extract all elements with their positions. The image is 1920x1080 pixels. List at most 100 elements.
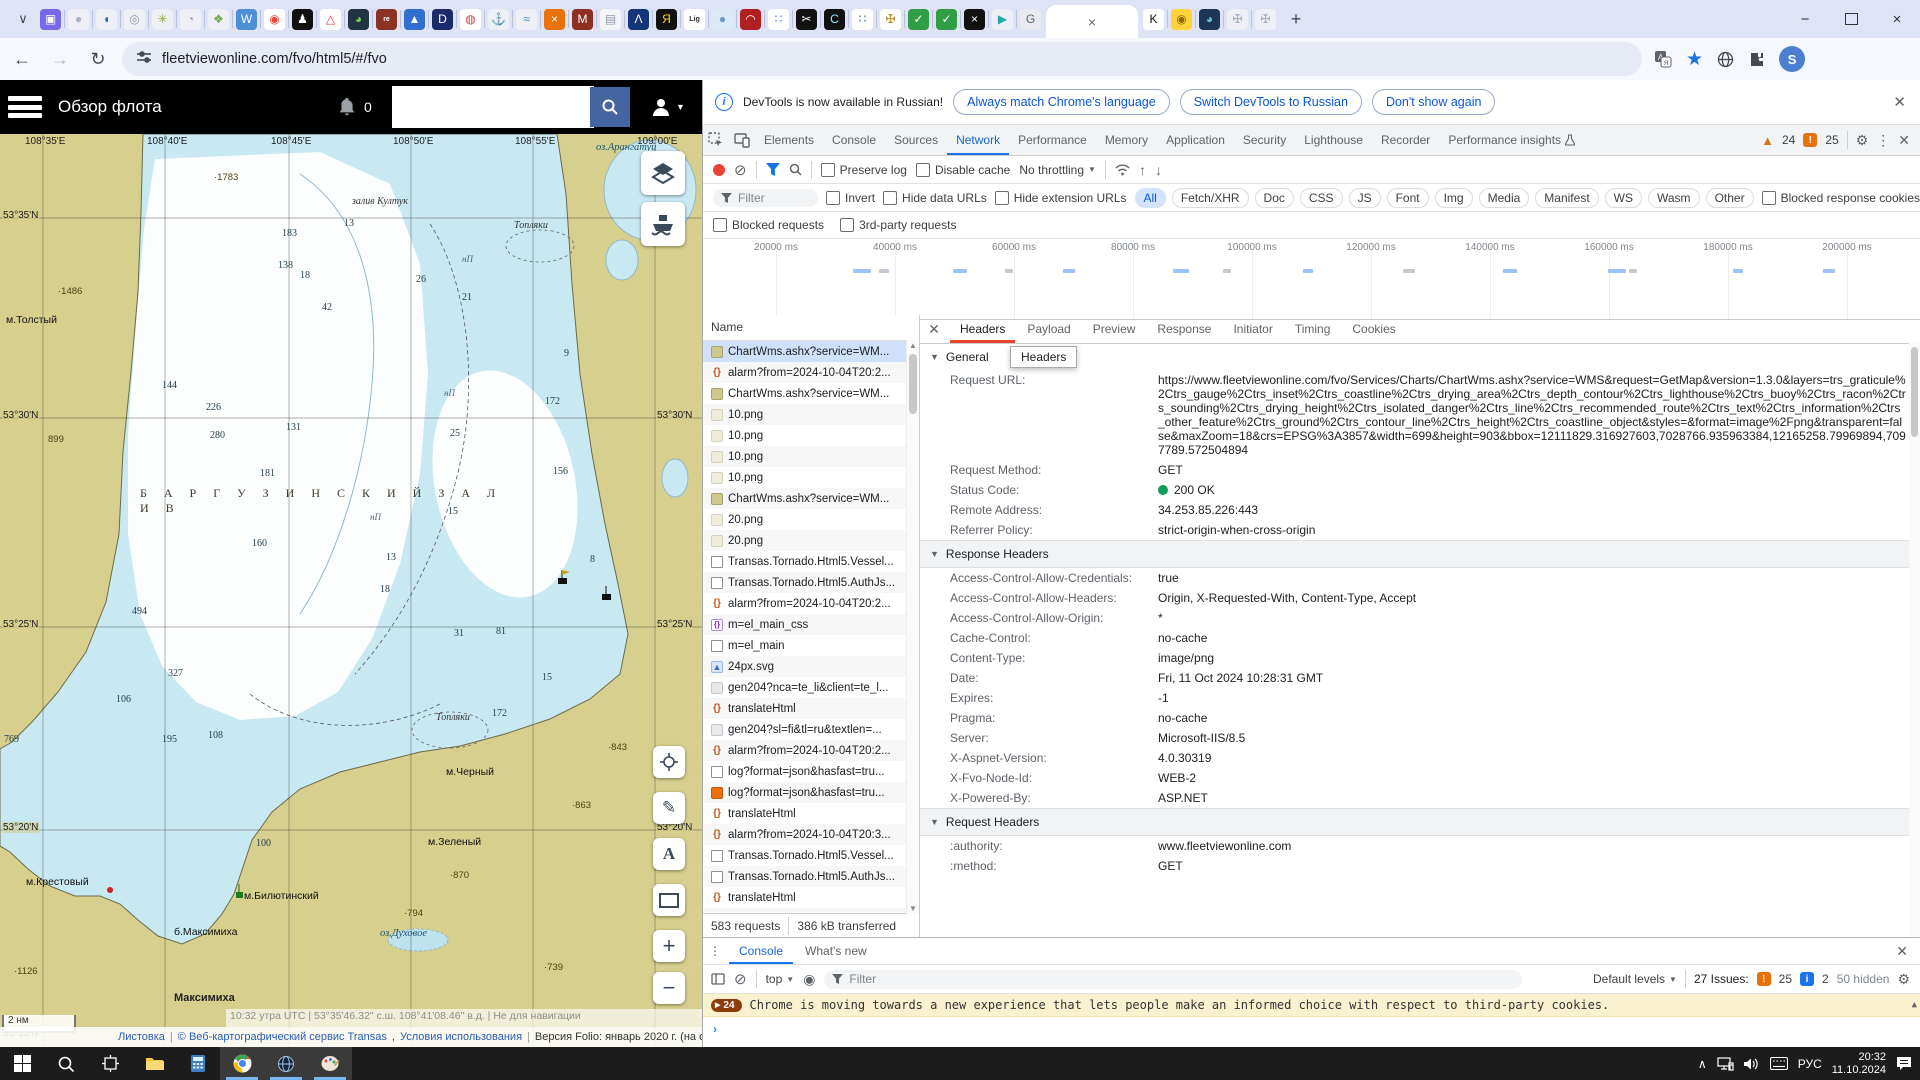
tab-search-chevron-icon[interactable]: ∨: [8, 5, 38, 33]
pinned-tab[interactable]: ●: [68, 9, 89, 30]
blocked-requests-checkbox[interactable]: Blocked requests: [713, 218, 824, 232]
window-maximize-button[interactable]: [1828, 0, 1874, 38]
network-request-row[interactable]: {}alarm?from=2024-10-04T20:2...: [703, 362, 919, 383]
pinned-tab[interactable]: Я: [656, 9, 677, 30]
live-expression-eye-icon[interactable]: ◉: [803, 971, 815, 988]
user-menu[interactable]: ▼: [650, 96, 685, 118]
attribution-link[interactable]: Листовка: [118, 1031, 165, 1043]
network-overview-timeline[interactable]: 20000 ms40000 ms60000 ms80000 ms100000 m…: [703, 239, 1920, 320]
keyboard-icon[interactable]: [1770, 1057, 1788, 1070]
tray-chevron-icon[interactable]: ∧: [1698, 1057, 1707, 1071]
pinned-tab[interactable]: ✠: [1227, 9, 1248, 30]
pinned-tab[interactable]: ▲: [404, 9, 425, 30]
default-levels-dropdown[interactable]: Default levels▼: [1593, 972, 1677, 986]
issues-count-label[interactable]: 27 Issues:: [1694, 972, 1749, 986]
request-headers-section-header[interactable]: ▼Request Headers: [920, 808, 1920, 836]
network-request-row[interactable]: {}alarm?from=2024-10-04T20:3...: [703, 824, 919, 845]
filter-pill-fetchxhr[interactable]: Fetch/XHR: [1172, 188, 1249, 208]
issues-icon[interactable]: !: [1803, 133, 1817, 147]
map-zoom-in-button[interactable]: +: [653, 930, 685, 962]
pinned-tab[interactable]: D: [432, 9, 453, 30]
volume-icon[interactable]: [1744, 1057, 1760, 1071]
pinned-tab[interactable]: ◔: [180, 9, 201, 30]
map-screen-button[interactable]: [653, 884, 685, 916]
profile-avatar[interactable]: S: [1779, 46, 1805, 72]
devtools-tab-memory[interactable]: Memory: [1096, 125, 1157, 155]
javascript-context-dropdown[interactable]: top▼: [766, 972, 795, 986]
network-request-row[interactable]: {}alarm?from=2024-10-04T20:2...: [703, 740, 919, 761]
network-request-row[interactable]: log?format=json&hasfast=tru...: [703, 761, 919, 782]
map-locate-button[interactable]: [653, 746, 685, 778]
devtools-tab-elements[interactable]: Elements: [755, 125, 823, 155]
pinned-tab[interactable]: Lig: [684, 9, 705, 30]
devtools-tab-performance-insights[interactable]: Performance insights: [1439, 125, 1584, 155]
request-list-scrollbar[interactable]: ▲▼: [906, 340, 919, 914]
calculator-button[interactable]: [176, 1047, 220, 1080]
network-request-row[interactable]: ChartWms.ashx?service=WM...: [703, 383, 919, 404]
search-network-icon[interactable]: [789, 163, 802, 176]
active-tab[interactable]: ×: [1046, 5, 1138, 38]
pinned-tab[interactable]: G: [1020, 9, 1041, 30]
network-request-row[interactable]: gen204?nca=te_li&client=te_l...: [703, 677, 919, 698]
details-tab-headers[interactable]: Headers: [950, 315, 1015, 343]
pinned-tab[interactable]: re: [376, 9, 397, 30]
warning-icon[interactable]: ▲: [1761, 133, 1774, 148]
filter-pill-other[interactable]: Other: [1706, 188, 1754, 208]
devtools-tab-console[interactable]: Console: [823, 125, 885, 155]
pinned-tab[interactable]: ×: [964, 9, 985, 30]
pinned-tab[interactable]: ✠: [880, 9, 901, 30]
task-view-button[interactable]: [88, 1047, 132, 1080]
devtools-tab-sources[interactable]: Sources: [885, 125, 947, 155]
third-party-requests-checkbox[interactable]: 3rd-party requests: [840, 218, 956, 232]
map-zoom-out-button[interactable]: −: [653, 972, 685, 1004]
filter-pill-js[interactable]: JS: [1349, 188, 1381, 208]
menu-hamburger-icon[interactable]: [8, 94, 42, 120]
preserve-log-checkbox[interactable]: Preserve log: [821, 163, 907, 177]
hidden-messages-label[interactable]: 50 hidden: [1837, 972, 1890, 986]
network-request-row[interactable]: Transas.Tornado.Html5.AuthJs...: [703, 572, 919, 593]
details-tab-timing[interactable]: Timing: [1285, 315, 1341, 343]
console-scroll-up-icon[interactable]: ▲: [1912, 1000, 1920, 1010]
start-button[interactable]: [0, 1047, 44, 1080]
taskbar-clock[interactable]: 20:32 11.10.2024: [1832, 1051, 1886, 1077]
devtools-tab-security[interactable]: Security: [1234, 125, 1295, 155]
pinned-tab[interactable]: ⚓: [488, 9, 509, 30]
filter-pill-css[interactable]: CSS: [1300, 188, 1343, 208]
blocked-response-cookies-checkbox[interactable]: Blocked response cookies: [1762, 191, 1920, 205]
details-tab-response[interactable]: Response: [1147, 315, 1221, 343]
pinned-tab[interactable]: C: [824, 9, 845, 30]
console-settings-gear-icon[interactable]: ⚙: [1897, 971, 1910, 988]
filter-pill-media[interactable]: Media: [1479, 188, 1530, 208]
network-request-row[interactable]: 10.png: [703, 425, 919, 446]
extensions-puzzle-icon[interactable]: [1748, 51, 1765, 68]
filter-pill-doc[interactable]: Doc: [1255, 188, 1294, 208]
pinned-tab[interactable]: ◕: [1199, 9, 1220, 30]
devtools-tab-lighthouse[interactable]: Lighthouse: [1295, 125, 1372, 155]
message-group-badge[interactable]: ▶24: [711, 999, 742, 1012]
pinned-tab[interactable]: ◉: [264, 9, 285, 30]
pinned-tab[interactable]: ◠: [740, 9, 761, 30]
network-request-row[interactable]: {}translateHtml: [703, 887, 919, 908]
translate-icon[interactable]: Aя: [1654, 50, 1672, 68]
filter-pill-manifest[interactable]: Manifest: [1535, 188, 1598, 208]
details-scrollbar[interactable]: [1909, 343, 1920, 938]
filter-pill-img[interactable]: Img: [1435, 188, 1473, 208]
infobar-close-icon[interactable]: ✕: [1893, 93, 1906, 111]
network-request-row[interactable]: 20.png: [703, 509, 919, 530]
drawer-tab-console[interactable]: Console: [729, 938, 793, 964]
filter-pill-ws[interactable]: WS: [1605, 188, 1642, 208]
nautical-chart-map[interactable]: Б А Р Г У З И Н С К И Й З А Л И В 108°35…: [0, 134, 702, 1047]
pinned-tab[interactable]: ✂: [796, 9, 817, 30]
network-filter-input[interactable]: Filter: [713, 189, 818, 207]
network-request-row[interactable]: ChartWms.ashx?service=WM...: [703, 341, 919, 362]
details-tab-payload[interactable]: Payload: [1017, 315, 1080, 343]
devtools-tab-recorder[interactable]: Recorder: [1372, 125, 1439, 155]
network-request-row[interactable]: 10.png: [703, 404, 919, 425]
search-button[interactable]: [590, 87, 630, 127]
network-request-row[interactable]: m=el_main: [703, 635, 919, 656]
filter-pill-all[interactable]: All: [1135, 188, 1166, 208]
reload-icon[interactable]: ↻: [82, 43, 114, 75]
pinned-tab[interactable]: ◉: [1171, 9, 1192, 30]
network-request-row[interactable]: gen204?sl=fi&tl=ru&textlen=...: [703, 719, 919, 740]
forward-icon[interactable]: →: [44, 43, 76, 75]
